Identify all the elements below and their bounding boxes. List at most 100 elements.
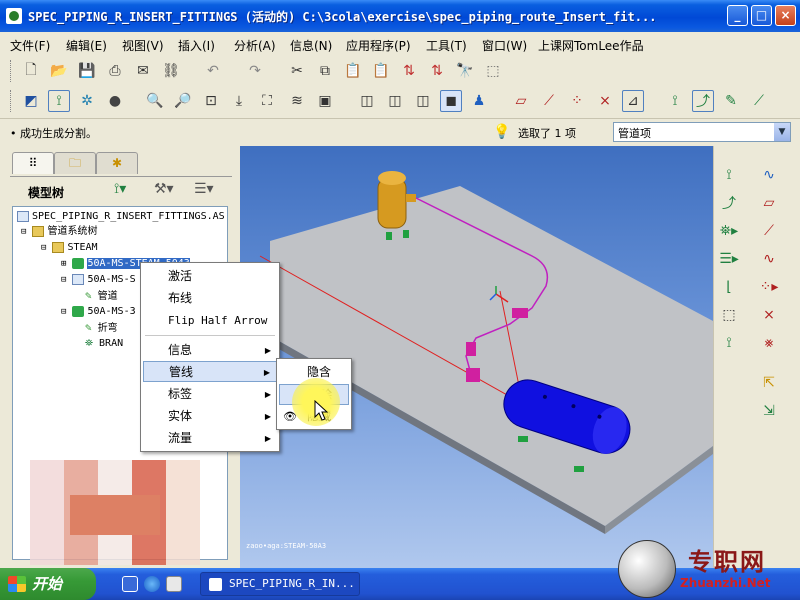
menu-item-label[interactable]: 标签 ▶ bbox=[143, 384, 277, 405]
tree-item-steam[interactable]: ⊟ STEAM bbox=[41, 241, 98, 255]
reorient-icon[interactable]: ⤓ bbox=[228, 90, 250, 112]
refit-icon[interactable]: ⊡ bbox=[200, 90, 222, 112]
export-icon[interactable]: ⇲ bbox=[758, 400, 780, 422]
toolbar-grip[interactable] bbox=[10, 60, 13, 82]
tree-item-pipe[interactable]: ✎ 管道 bbox=[85, 289, 118, 303]
graphics-window[interactable] bbox=[240, 146, 713, 568]
regenerate-icon[interactable]: ⇅ bbox=[398, 60, 420, 82]
expand-icon[interactable]: ⊞ bbox=[61, 259, 66, 269]
menu-item-flow[interactable]: 流量 ▶ bbox=[143, 428, 277, 449]
media-player-icon[interactable] bbox=[166, 576, 182, 592]
pipe-insert-icon[interactable]: ⟟ bbox=[718, 164, 740, 186]
corner-icon[interactable]: ⌊ bbox=[718, 276, 740, 298]
tree-item-piping-system[interactable]: ⊟ 管道系统树 bbox=[21, 225, 97, 239]
collapse-icon[interactable]: ⊟ bbox=[21, 227, 26, 237]
datum-csys-icon[interactable]: ⨯ bbox=[594, 90, 616, 112]
wave-icon[interactable]: ∿ bbox=[758, 164, 780, 186]
menu-info[interactable]: 信息(N) bbox=[290, 37, 332, 54]
analysis-icon[interactable]: ⨳ bbox=[758, 332, 780, 354]
fitting-icon[interactable]: ⛯▸ bbox=[718, 220, 740, 242]
shaded-icon[interactable]: ◼ bbox=[440, 90, 462, 112]
spin-center-icon[interactable]: ✲ bbox=[76, 90, 98, 112]
zoom-in-icon[interactable]: 🔍 bbox=[144, 90, 166, 112]
model-display-icon[interactable]: ♟ bbox=[468, 90, 490, 112]
shading-icon[interactable]: ● bbox=[104, 90, 126, 112]
import-icon[interactable]: ⇱ bbox=[758, 372, 780, 394]
wireframe-icon[interactable]: ◫ bbox=[356, 90, 378, 112]
menu-analysis[interactable]: 分析(A) bbox=[234, 37, 276, 54]
menu-item-info[interactable]: 信息 ▶ bbox=[143, 340, 277, 361]
paste-icon[interactable]: 📋 bbox=[342, 60, 364, 82]
tab-favorites[interactable]: ✱ bbox=[96, 152, 138, 174]
tree-display-icon[interactable]: ⟟▾ bbox=[114, 181, 126, 197]
menu-tools[interactable]: 工具(T) bbox=[426, 37, 467, 54]
saved-views-icon[interactable]: ⛶ bbox=[256, 90, 278, 112]
copy-icon[interactable]: ⧉ bbox=[314, 60, 336, 82]
find-icon[interactable]: 🔭 bbox=[454, 60, 476, 82]
tab-folder-browser[interactable]: 🗀 bbox=[54, 152, 96, 174]
tree-item-segment-2[interactable]: ⊟ 50A-MS-S bbox=[61, 273, 136, 287]
maximize-button[interactable]: □ bbox=[751, 5, 772, 26]
regen-manager-icon[interactable]: ⇅ bbox=[426, 60, 448, 82]
toolbar-grip[interactable] bbox=[10, 90, 13, 112]
datum-axis-icon[interactable]: ⟋ bbox=[538, 90, 560, 112]
menu-item-solid[interactable]: 实体 ▶ bbox=[143, 406, 277, 427]
datum-point-icon[interactable]: ⁘▸ bbox=[758, 276, 780, 298]
menu-item-pipeline[interactable]: 管线 ▶ bbox=[143, 361, 277, 382]
save-icon[interactable]: 💾 bbox=[76, 60, 98, 82]
menu-window[interactable]: 窗口(W) bbox=[482, 37, 527, 54]
start-button[interactable]: 开始 bbox=[0, 568, 96, 600]
menu-author[interactable]: 上课网TomLee作品 bbox=[538, 37, 644, 54]
curve-icon[interactable]: ∿ bbox=[758, 248, 780, 270]
ie-browser-icon[interactable] bbox=[144, 576, 160, 592]
menu-item-flip-half-arrow[interactable]: Flip Half Arrow bbox=[143, 310, 277, 331]
collapse-icon[interactable]: ⊟ bbox=[61, 307, 66, 317]
menu-item-activate[interactable]: 激活 bbox=[143, 266, 277, 287]
zoom-out-icon[interactable]: 🔎 bbox=[172, 90, 194, 112]
cut-icon[interactable]: ✂ bbox=[286, 60, 308, 82]
layers-icon[interactable]: ≋ bbox=[286, 90, 308, 112]
email-icon[interactable]: ✉ bbox=[132, 60, 154, 82]
link-icon[interactable]: ⛓ bbox=[160, 60, 182, 82]
open-folder-icon[interactable]: 📂 bbox=[48, 60, 70, 82]
pipe-route-icon[interactable]: ⤴ bbox=[692, 90, 714, 112]
annotation-icon[interactable]: ⊿ bbox=[622, 90, 644, 112]
dashed-box-icon[interactable]: ⬚ bbox=[718, 304, 740, 326]
menu-view[interactable]: 视图(V) bbox=[122, 37, 164, 54]
menu-edit[interactable]: 编辑(E) bbox=[66, 37, 107, 54]
tree-item-segment-3[interactable]: ⊟ 50A-MS-3 bbox=[61, 305, 136, 319]
chevron-down-icon[interactable]: ▼ bbox=[774, 123, 790, 141]
task-button-proe[interactable]: SPEC_PIPING_R_IN... bbox=[200, 572, 360, 596]
view-manager-icon[interactable]: ▣ bbox=[314, 90, 336, 112]
menu-item-route[interactable]: 布线 bbox=[143, 288, 277, 309]
tree-item-branch[interactable]: ⛯ BRAN bbox=[85, 337, 123, 351]
paste-special-icon[interactable]: 📋 bbox=[370, 60, 392, 82]
pipe-line-icon[interactable]: ⟟ bbox=[664, 90, 686, 112]
tree-item-root[interactable]: SPEC_PIPING_R_INSERT_FITTINGS.AS bbox=[17, 210, 225, 224]
list-icon[interactable]: ☰▾ bbox=[194, 181, 214, 197]
csys-icon[interactable]: ⨯ bbox=[758, 304, 780, 326]
datum-plane-icon[interactable]: ▱ bbox=[510, 90, 532, 112]
menu-insert[interactable]: 插入(I) bbox=[178, 37, 215, 54]
datum-plane-icon[interactable]: ▱ bbox=[758, 192, 780, 214]
route-icon[interactable]: ⟟ bbox=[48, 90, 70, 112]
new-file-icon[interactable]: 🗋 bbox=[20, 60, 42, 82]
pipe-extend-icon[interactable]: ⤴ bbox=[718, 192, 740, 214]
datum-point-icon[interactable]: ⁘ bbox=[566, 90, 588, 112]
pipe-tool-icon[interactable]: ⟋ bbox=[748, 90, 770, 112]
menu-file[interactable]: 文件(F) bbox=[10, 37, 50, 54]
undo-icon[interactable]: ↶ bbox=[202, 60, 224, 82]
select-box-icon[interactable]: ⬚ bbox=[482, 60, 504, 82]
no-hidden-icon[interactable]: ◫ bbox=[412, 90, 434, 112]
tree-item-bend[interactable]: ✎ 折弯 bbox=[85, 321, 118, 335]
menu-applications[interactable]: 应用程序(P) bbox=[346, 37, 411, 54]
sketch-icon[interactable]: ◩ bbox=[20, 90, 42, 112]
redo-icon[interactable]: ↷ bbox=[244, 60, 266, 82]
selection-filter-select[interactable]: 管道项 ▼ bbox=[613, 122, 791, 142]
print-icon[interactable]: ⎙ bbox=[104, 60, 126, 82]
settings-icon[interactable]: ⚒▾ bbox=[154, 181, 174, 197]
datum-axis-icon[interactable]: ⟋ bbox=[758, 220, 780, 242]
collapse-icon[interactable]: ⊟ bbox=[61, 275, 66, 285]
close-button[interactable]: × bbox=[775, 5, 796, 26]
title-bar[interactable]: SPEC_PIPING_R_INSERT_FITTINGS (活动的) C:\3… bbox=[0, 0, 800, 32]
